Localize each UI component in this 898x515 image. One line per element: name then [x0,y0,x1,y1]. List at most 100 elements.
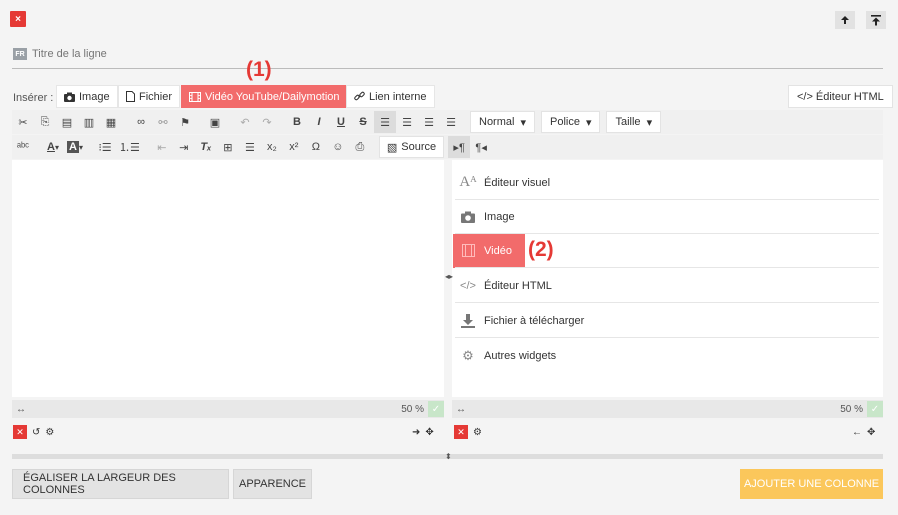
confirm-width-button[interactable]: ✓ [428,401,444,417]
unlink-icon[interactable]: ⚯ [152,111,174,133]
widget-image[interactable]: Image [455,200,879,234]
insert-file-button[interactable]: Fichier [118,85,181,108]
redo-icon[interactable]: ↷ [256,111,278,133]
arrow-top-icon [871,14,881,25]
underline-button[interactable]: U [330,111,352,133]
align-right-icon[interactable]: ☰ [418,111,440,133]
toolbar-separator [86,136,94,158]
left-column-move-controls: ➜ ✥ [412,424,434,440]
strikethrough-button[interactable]: S [352,111,374,133]
ltr-button[interactable]: ▸¶ [448,136,471,158]
left-column-editor[interactable] [12,160,444,397]
row-title-input[interactable] [32,45,732,63]
toolbar-separator [371,136,379,158]
bulleted-list-icon[interactable]: ⁝☰ [94,136,116,158]
subscript-icon[interactable]: x₂ [261,136,283,158]
camera-icon [64,92,75,102]
annotation-one: (1) [246,58,272,81]
horizontal-rule-icon[interactable]: ☰ [239,136,261,158]
right-column-width-value: 50 % [840,403,863,415]
italic-button[interactable]: I [308,111,330,133]
caret-down-icon: ▾ [54,142,59,152]
toolbar-separator [278,111,286,133]
widget-other[interactable]: ⚙ Autres widgets [455,339,879,373]
right-column-controls: ✕ ⚙ [454,424,482,440]
download-icon [459,312,477,330]
gear-icon[interactable]: ⚙ [45,427,54,438]
caret-down-icon: ▾ [520,116,526,129]
size-select[interactable]: Taille ▾ [606,111,662,133]
equalize-columns-button[interactable]: ÉGALISER LA LARGEUR DES COLONNES [12,469,229,499]
special-char-icon[interactable]: Ω [305,136,327,158]
paste-text-icon[interactable]: ▥ [78,111,100,133]
left-column-width-bar: ↔ 50 % ✓ [12,400,444,418]
insert-image-button[interactable]: Image [56,85,118,108]
widget-file-download[interactable]: Fichier à télécharger [455,304,879,338]
cut-icon[interactable]: ✂ [12,111,34,133]
insert-file-label: Fichier [139,90,173,103]
insert-video-button[interactable]: Vidéo YouTube/Dailymotion [181,85,348,108]
confirm-width-button[interactable]: ✓ [867,401,883,417]
outdent-icon[interactable]: ⇤ [151,136,173,158]
toolbar-separator [462,111,470,133]
html-editor-toggle-button[interactable]: </> Éditeur HTML [788,85,893,108]
move-top-button[interactable] [866,11,886,29]
source-button[interactable]: ▧ Source [378,136,445,158]
paste-icon[interactable]: ▤ [56,111,78,133]
indent-icon[interactable]: ⇥ [173,136,195,158]
delete-column-button[interactable]: ✕ [13,425,27,439]
move-up-button[interactable] [835,11,855,29]
smiley-icon[interactable]: ☺ [327,136,349,158]
widget-html-editor[interactable]: </> Éditeur HTML [455,269,879,303]
column-resize-handle[interactable]: ◂▸ [445,272,453,281]
spellcheck-icon[interactable]: ᵃᵇᶜ [12,136,34,158]
align-center-icon[interactable]: ☰ [396,111,418,133]
caret-down-icon: ▾ [585,116,592,129]
numbered-list-icon[interactable]: ⒈☰ [116,136,143,158]
source-icon: ▧ [386,141,398,154]
align-left-icon[interactable]: ☰ [374,111,396,133]
widget-visual-editor[interactable]: Aᴬ Éditeur visuel [455,166,879,200]
insert-video-label: Vidéo YouTube/Dailymotion [205,90,340,103]
arrow-left-icon[interactable]: ← [852,427,862,438]
rtl-button[interactable]: ¶◂ [470,136,492,158]
insert-internal-link-label: Lien interne [369,90,427,103]
insert-internal-link-button[interactable]: Lien interne [346,85,435,108]
left-column-controls: ✕ ↺ ⚙ [13,424,54,440]
text-color-button[interactable]: A ▾ [42,136,64,158]
format-select[interactable]: Normal ▾ [470,111,535,133]
bold-button[interactable]: B [286,111,308,133]
link-icon [354,91,365,101]
film-icon [189,91,201,102]
anchor-flag-icon[interactable]: ⚑ [174,111,196,133]
align-justify-icon[interactable]: ☰ [440,111,462,133]
right-column-width-bar: ↔ 50 % ✓ [452,400,883,418]
move-icon[interactable]: ✥ [867,427,875,438]
right-column-move-controls: ← ✥ [852,424,875,440]
toolbar-separator [226,111,234,133]
arrow-right-icon[interactable]: ➜ [412,427,420,438]
font-select[interactable]: Police ▾ [540,111,601,133]
copy-icon[interactable]: ⎘ [34,111,56,133]
link-icon[interactable]: ∞ [130,111,152,133]
language-badge: FR [13,48,27,60]
widget-video[interactable]: Vidéo [455,234,879,268]
image-icon[interactable]: ▣ [204,111,226,133]
arrow-up-icon [841,16,849,24]
clear-format-icon[interactable]: Tₓ [195,136,217,158]
table-icon[interactable]: ⊞ [217,136,239,158]
appearance-button[interactable]: APPARENCE [233,469,312,499]
preview-icon[interactable]: ⎙ [349,136,371,158]
paste-word-icon[interactable]: ▦ [100,111,122,133]
background-color-button[interactable]: A ▾ [64,136,86,158]
undo-icon[interactable]: ↶ [234,111,256,133]
caret-down-icon: ▾ [78,142,83,152]
move-icon[interactable]: ✥ [425,427,433,438]
delete-column-button[interactable]: ✕ [454,425,468,439]
superscript-icon[interactable]: x² [283,136,305,158]
close-row-button[interactable]: × [10,11,26,27]
add-column-button[interactable]: AJOUTER UNE COLONNE [740,469,883,499]
reset-icon[interactable]: ↺ [32,427,40,438]
row-resize-handle[interactable]: ⬍ [445,452,452,461]
gear-icon[interactable]: ⚙ [473,427,482,438]
